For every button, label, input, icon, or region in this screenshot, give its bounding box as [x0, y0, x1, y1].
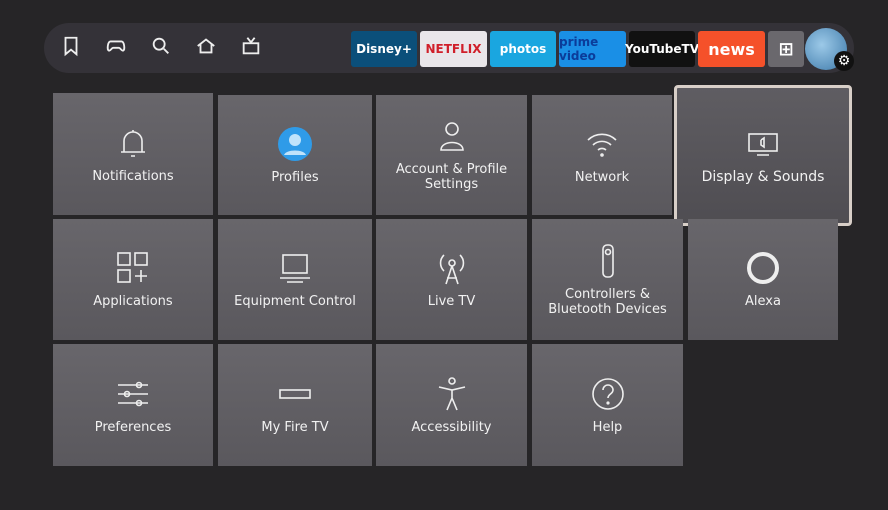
tile-label: Alexa	[745, 294, 781, 309]
tile-label: Preferences	[94, 419, 172, 435]
settings-tile-alexa[interactable]: Alexa	[688, 219, 838, 340]
search-icon[interactable]	[150, 35, 176, 61]
bell-icon	[121, 129, 145, 157]
settings-tile-notifications[interactable]: Notifications	[53, 93, 213, 215]
tile-label: Applications	[93, 294, 173, 309]
app-tile-netflix[interactable]: NETFLIX	[420, 31, 487, 67]
settings-tile-help[interactable]: Help	[532, 344, 683, 466]
app-tile-prime-video[interactable]: prime video	[559, 31, 626, 67]
settings-tile-preferences[interactable]: Preferences	[53, 344, 213, 466]
app-label: Disney+	[356, 42, 412, 56]
sliders-icon	[118, 381, 148, 406]
settings-tile-my-fire-tv[interactable]: My Fire TV	[218, 344, 372, 466]
tile-label: Controllers & Bluetooth Devices	[548, 286, 667, 317]
settings-tile-display-sounds[interactable]: Display & Sounds	[674, 85, 852, 226]
app-label: news	[708, 39, 755, 59]
settings-tile-controllers-bluetooth-devices[interactable]: Controllers & Bluetooth Devices	[532, 219, 683, 340]
firetv-stick-icon	[279, 388, 311, 399]
settings-tile-profiles[interactable]: Profiles	[218, 95, 372, 215]
profile-avatar-icon	[278, 126, 312, 161]
tile-label: Network	[574, 169, 630, 185]
tile-label: Accessibility	[411, 419, 492, 435]
monitor-icon	[280, 254, 310, 283]
tile-label: Equipment Control	[234, 294, 356, 309]
help-icon	[591, 377, 624, 410]
alexa-icon	[747, 252, 779, 284]
settings-tile-applications[interactable]: Applications	[53, 219, 213, 340]
wifi-icon	[587, 133, 617, 157]
remote-icon	[601, 243, 614, 278]
tile-label: My Fire TV	[261, 419, 329, 435]
app-tile-photos[interactable]: photos	[490, 31, 556, 67]
app-label: prime video	[559, 35, 599, 63]
antenna-icon	[439, 254, 464, 285]
person-icon	[439, 122, 464, 151]
app-label: photos	[499, 42, 547, 56]
tile-label: Profiles	[271, 169, 319, 185]
gamepad-icon[interactable]	[105, 35, 131, 61]
settings-tile-accessibility[interactable]: Accessibility	[376, 344, 527, 466]
gear-icon[interactable]: ⚙	[834, 51, 854, 71]
home-icon[interactable]	[195, 35, 221, 61]
settings-tile-live-tv[interactable]: Live TV	[376, 219, 527, 340]
tile-label: Notifications	[92, 168, 174, 184]
app-tile-youtubetv[interactable]: YouTubeTV	[625, 31, 699, 67]
settings-tile-network[interactable]: Network	[532, 95, 672, 215]
app-label: YouTubeTV	[625, 42, 699, 56]
display-icon	[748, 133, 778, 156]
tile-label: Account & Profile Settings	[395, 162, 508, 192]
app-tile-news[interactable]: news	[698, 31, 765, 67]
app-label: NETFLIX	[425, 42, 482, 56]
app-tile-disney-[interactable]: Disney+	[351, 31, 417, 67]
apps-icon	[117, 252, 148, 283]
tv-icon[interactable]	[240, 35, 266, 61]
settings-tile-account-profile-settings[interactable]: Account & Profile Settings	[376, 95, 527, 215]
tile-label: Display & Sounds	[701, 169, 825, 185]
apps-grid-button[interactable]: ⊞	[768, 31, 804, 67]
tile-label: Live TV	[427, 294, 476, 309]
apps-grid-icon: ⊞	[778, 38, 794, 60]
accessibility-icon	[438, 376, 465, 410]
bookmark-icon[interactable]	[60, 35, 86, 61]
tile-label: Help	[592, 419, 623, 435]
settings-tile-equipment-control[interactable]: Equipment Control	[218, 219, 372, 340]
